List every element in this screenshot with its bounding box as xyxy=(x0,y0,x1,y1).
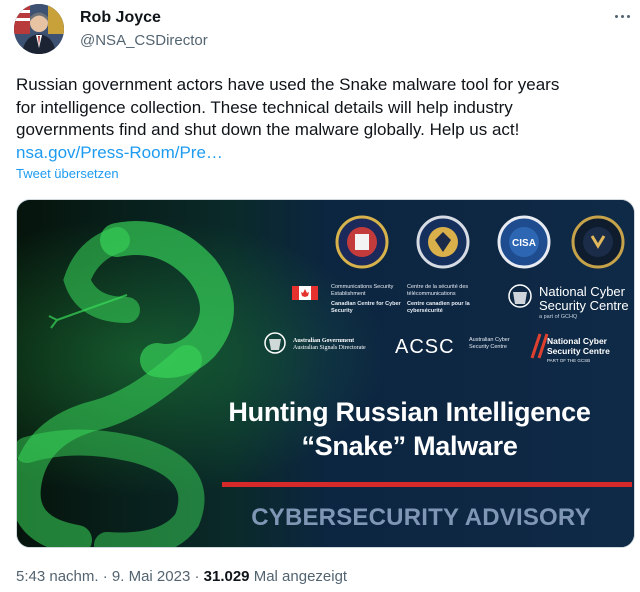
media-headline-line1: Hunting Russian Intelligence xyxy=(228,397,591,427)
cse-fr-label: Centre de la sécurité des télécommunicat… xyxy=(407,284,469,297)
cse-en-label: Communications Security Establishment xyxy=(331,284,394,297)
acsc-sub-label: Australian Cyber Security Centre xyxy=(469,337,510,350)
tweet-link[interactable]: nsa.gov/Press-Room/Pre… xyxy=(16,142,628,165)
australian-government-label: Australian Government Australian Signals… xyxy=(293,338,393,352)
asd-text: Australian Signals Directorate xyxy=(293,345,366,351)
nsa-seal-icon xyxy=(416,215,470,269)
acsc-logo-text: ACSC xyxy=(395,336,455,358)
ncsc-uk-label: National Cyber Security Centre xyxy=(539,284,629,313)
meta-separator: · xyxy=(102,568,108,585)
view-count[interactable]: 31.029 xyxy=(204,568,250,585)
ncsc-nz-sub-label: PART OF THE GCSB xyxy=(547,358,591,363)
canada-flag-icon xyxy=(292,286,318,300)
svg-text:CISA: CISA xyxy=(512,238,536,249)
fbi-seal-icon xyxy=(335,215,389,269)
avatar-image xyxy=(14,4,64,54)
tweet-text-line: governments find and shut down the malwa… xyxy=(16,120,520,139)
author-handle[interactable]: @NSA_CSDirector xyxy=(80,32,208,49)
cccs-en-label: Canadian Centre for Cyber Security xyxy=(331,301,401,314)
author-name[interactable]: Rob Joyce xyxy=(80,9,161,27)
tweet-date[interactable]: 9. Mai 2023 xyxy=(112,568,190,585)
aus-gov-text: Australian Government xyxy=(293,338,355,344)
cisa-seal-icon: CISA xyxy=(497,215,551,269)
avatar[interactable] xyxy=(14,4,64,54)
ncsc-uk-sub-label: a part of GCHQ xyxy=(539,314,578,320)
meta-separator: · xyxy=(194,568,200,585)
tweet-text-line: Russian government actors have used the … xyxy=(16,75,560,94)
red-divider xyxy=(222,482,632,487)
more-options-icon[interactable] xyxy=(608,6,636,26)
cybersecurity-advisory-label: CYBERSECURITY ADVISORY xyxy=(251,504,591,531)
ncsc-nz-label: National Cyber Security Centre xyxy=(547,336,610,356)
tweet-text-line: for intelligence collection. These techn… xyxy=(16,97,513,117)
tweet-text: Russian government actors have used the … xyxy=(16,74,628,164)
tweet-media-image[interactable]: CISA Communications Security Establishme… xyxy=(16,199,635,548)
view-count-label: Mal angezeigt xyxy=(253,568,348,585)
media-headline-line2: “Snake” Malware xyxy=(301,431,518,461)
tweet-meta: 5:43 nachm. · 9. Mai 2023 · 31.029 Mal a… xyxy=(16,568,347,585)
translate-button[interactable]: Tweet übersetzen xyxy=(16,166,119,181)
tweet-time[interactable]: 5:43 nachm. xyxy=(16,568,99,585)
nci-seal-icon xyxy=(571,215,625,269)
cccs-fr-label: Centre canadien pour la cybersécurité xyxy=(407,301,470,314)
media-graphics: CISA xyxy=(17,200,634,547)
